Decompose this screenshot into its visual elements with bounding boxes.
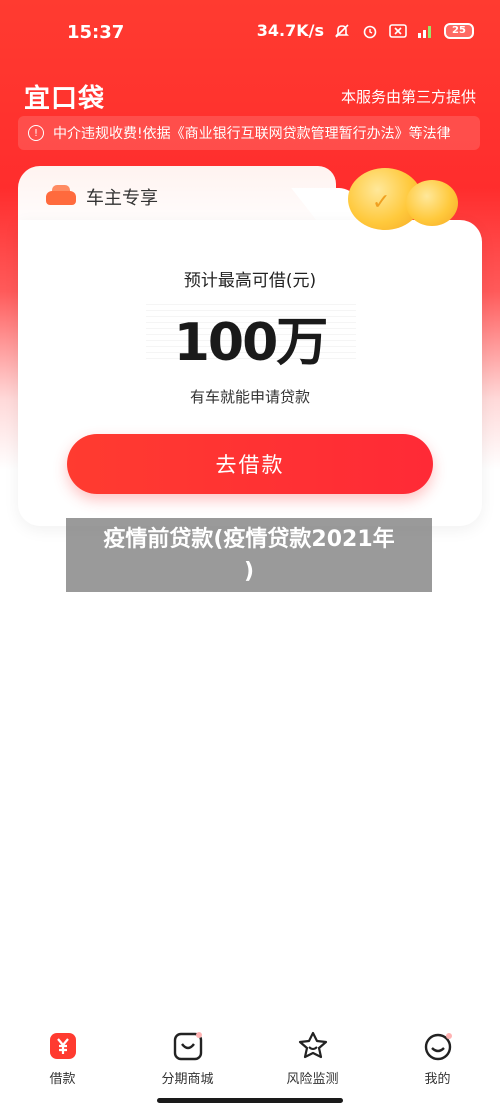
alarm-icon xyxy=(360,22,380,40)
star-shield-icon xyxy=(297,1030,329,1062)
yuan-icon xyxy=(47,1030,79,1062)
gold-coins-illustration: ✓ xyxy=(348,162,468,230)
nav-label-mine: 我的 xyxy=(424,1072,451,1087)
battery-icon: 25 xyxy=(444,22,474,39)
notice-text: 中介违规收费!依据《商业银行互联网贷款管理暂行办法》等法律 xyxy=(53,126,451,142)
amount-value: 100万 xyxy=(173,313,329,373)
nav-label-mall: 分期商城 xyxy=(161,1072,214,1087)
network-speed: 34.7K/s xyxy=(256,21,324,40)
caption-line-2: ) xyxy=(243,559,255,584)
nav-label-borrow: 借款 xyxy=(49,1072,76,1087)
signal-icon xyxy=(416,22,436,40)
borrow-button[interactable]: 去借款 xyxy=(67,434,433,494)
nav-item-mall[interactable]: 分期商城 xyxy=(125,1030,250,1087)
status-indicators: 34.7K/s 25 xyxy=(257,21,474,40)
caption-line-1: 疫情前贷款(疫情贷款2021年 xyxy=(103,527,395,552)
profile-face-icon xyxy=(422,1030,454,1062)
nav-label-risk: 风险监测 xyxy=(286,1072,339,1087)
third-party-service-note: 本服务由第三方提供 xyxy=(340,88,476,106)
home-indicator[interactable] xyxy=(157,1098,343,1103)
card-tab-label: 车主专享 xyxy=(46,184,158,210)
car-icon xyxy=(46,185,76,209)
info-icon: ! xyxy=(28,125,44,141)
nav-item-borrow[interactable]: 借款 xyxy=(0,1030,125,1087)
nav-item-mine[interactable]: 我的 xyxy=(375,1030,500,1087)
card-subtitle: 有车就能申请贷款 xyxy=(189,388,310,406)
status-bar: 15:37 34.7K/s 25 xyxy=(0,0,500,64)
mute-icon xyxy=(332,22,352,40)
card-tab-text: 车主专享 xyxy=(86,188,158,209)
nav-item-risk[interactable]: 风险监测 xyxy=(250,1030,375,1087)
smile-bag-icon xyxy=(172,1030,204,1062)
status-time: 15:37 xyxy=(67,22,125,43)
notice-bar[interactable]: ! 中介违规收费!依据《商业银行互联网贷款管理暂行办法》等法律 xyxy=(18,116,480,150)
app-logo: 宜口袋 xyxy=(24,84,106,114)
amount-label: 预计最高可借(元) xyxy=(183,271,317,291)
caption-overlay: 疫情前贷款(疫情贷款2021年 ) xyxy=(66,518,432,592)
no-sim-icon xyxy=(388,22,408,40)
